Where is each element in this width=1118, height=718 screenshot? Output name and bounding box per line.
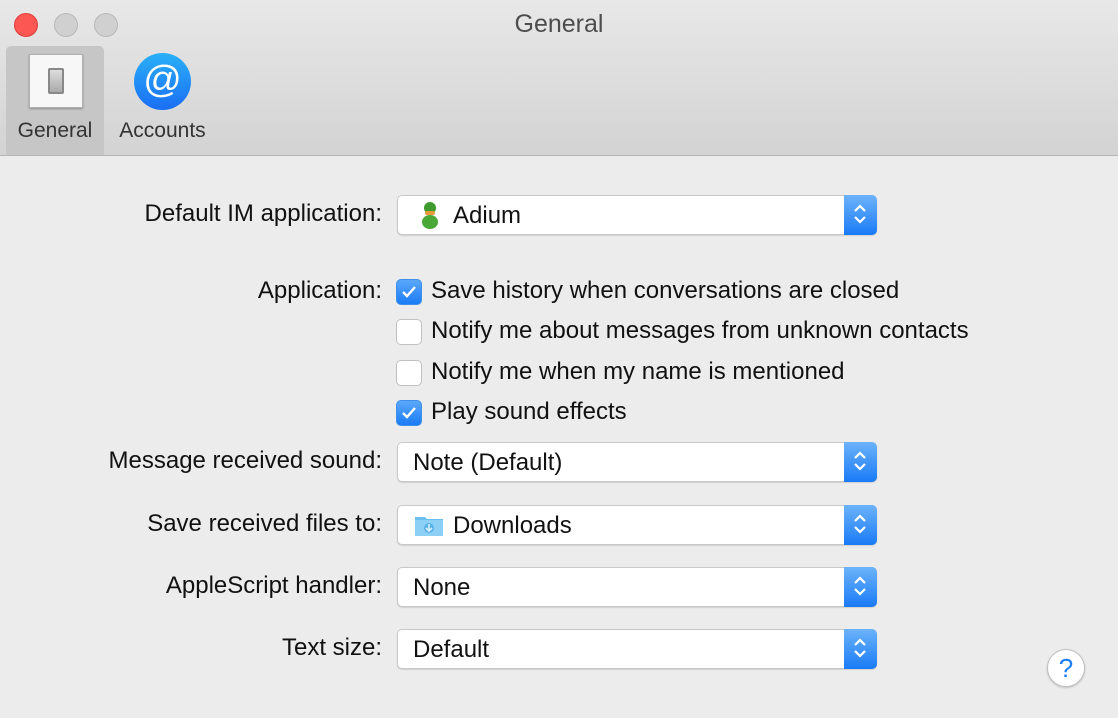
- at-sign-icon: @: [134, 53, 191, 110]
- message-sound-label: Message received sound:: [108, 447, 383, 474]
- toolbar-tab-label: General: [17, 119, 93, 142]
- checkbox-label: Play sound effects: [431, 398, 627, 425]
- popup-value: Note (Default): [413, 449, 563, 476]
- chevron-updown-icon: [844, 195, 877, 235]
- checkbox[interactable]: [396, 400, 422, 426]
- text-size-popup[interactable]: Default: [397, 629, 877, 669]
- checkbox[interactable]: [396, 319, 422, 345]
- default-im-popup[interactable]: Adium: [397, 195, 877, 235]
- window-title: General: [514, 10, 604, 38]
- popup-value: Default: [413, 636, 490, 663]
- toolbar-tab-accounts[interactable]: @ Accounts: [110, 46, 215, 155]
- text-size-label: Text size:: [281, 634, 382, 661]
- chevron-updown-icon: [844, 629, 877, 669]
- applescript-label: AppleScript handler:: [165, 572, 382, 599]
- chevron-updown-icon: [844, 505, 877, 545]
- switch-icon: [29, 54, 83, 108]
- applescript-popup[interactable]: None: [397, 567, 877, 607]
- chevron-updown-icon: [844, 567, 877, 607]
- toolbar-tab-general[interactable]: General: [6, 46, 104, 155]
- chevron-updown-icon: [844, 442, 877, 482]
- window-titlebar: General General @ Accounts: [0, 0, 1118, 156]
- save-files-popup[interactable]: Downloads: [397, 505, 877, 545]
- checkbox-label: Save history when conversations are clos…: [431, 277, 900, 304]
- message-sound-popup[interactable]: Note (Default): [397, 442, 877, 482]
- popup-value: Adium: [453, 202, 522, 229]
- popup-value: Downloads: [453, 512, 572, 539]
- downloads-folder-icon: [415, 517, 443, 536]
- help-button[interactable]: ?: [1047, 649, 1085, 687]
- application-label: Application:: [257, 277, 382, 304]
- default-im-label: Default IM application:: [144, 200, 382, 227]
- checkbox[interactable]: [396, 279, 422, 305]
- adium-duck-icon: [422, 202, 438, 229]
- checkbox[interactable]: [396, 360, 422, 386]
- popup-value: None: [413, 574, 471, 601]
- checkbox-label: Notify me when my name is mentioned: [431, 358, 845, 385]
- save-files-label: Save received files to:: [147, 510, 382, 537]
- checkbox-label: Notify me about messages from unknown co…: [431, 317, 969, 344]
- toolbar-tab-label: Accounts: [119, 119, 206, 142]
